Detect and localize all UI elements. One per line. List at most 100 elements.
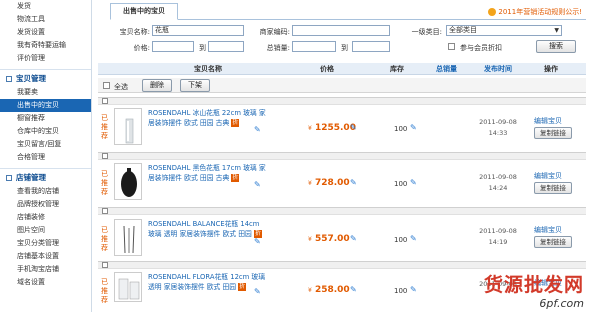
promo-link[interactable]: 2011年营销活动规则公示! [488,7,582,17]
main-content: 出售中的宝贝 2011年营销活动规则公示! 宝贝名称: 花瓶 商家编码: 一级类… [96,0,590,312]
row-checkbox[interactable] [102,208,108,214]
currency-symbol: ¥ [308,287,312,294]
code-label: 商家编码: [259,28,290,36]
name-input[interactable]: 花瓶 [152,25,244,36]
recommended-tag: 已推荐 [101,278,108,304]
sidebar-item-window[interactable]: 橱窗推荐 [0,112,91,125]
publish-date-day: 2011-09-08 [479,227,517,235]
product-name-link[interactable]: ROSENDAHL FLORA花瓶 12cm 玻璃 透明 家居装饰摆件 欧式 田… [148,272,268,292]
sidebar: 发货 物流工具 发货设置 我有奇特要运输 评价管理 宝贝管理 我要卖 出售中的宝… [0,0,92,312]
edit-price-icon[interactable]: ✎ [350,178,357,187]
publish-date-time: 14:33 [488,129,508,137]
sidebar-item-reviews[interactable]: 评价管理 [0,52,91,65]
edit-name-icon[interactable]: ✎ [254,180,261,189]
product-name: ROSENDAHL 冰山花瓶 22cm 玻璃 家居装饰摆件 欧式 田园 古典 [148,109,266,127]
currency-symbol: ¥ [308,180,312,187]
sidebar-item-sell[interactable]: 我要卖 [0,86,91,99]
header-sales[interactable]: 总销量 [436,64,457,74]
search-form: 宝贝名称: 花瓶 商家编码: 一级类目: 全部类目 ▼ 价格: 到 总销量: 到 … [110,22,586,62]
sidebar-item-ship[interactable]: 发货 [0,0,91,13]
sidebar-item-domain[interactable]: 域名设置 [0,276,91,289]
product-name: ROSENDAHL FLORA花瓶 12cm 玻璃 透明 家居装饰摆件 欧式 田… [148,273,266,291]
edit-name-icon[interactable]: ✎ [254,287,261,296]
edit-item-link[interactable]: 编辑宝贝 [534,225,562,235]
sidebar-item-logistics-tools[interactable]: 物流工具 [0,13,91,26]
product-name-link[interactable]: ROSENDAHL 黑色花瓶 17cm 玻璃 家居装饰摆件 欧式 田园 古典 折 [148,163,268,183]
price-max-input[interactable] [208,41,244,52]
row-checkbox[interactable] [102,98,108,104]
price-amount: 728.00 [314,178,350,188]
price-amount: 258.00 [314,285,350,295]
stock-value: 100 [394,125,408,133]
category-value: 全部类目 [449,26,477,34]
sidebar-item-basic-settings[interactable]: 店铺基本设置 [0,250,91,263]
product-name-link[interactable]: ROSENDAHL 冰山花瓶 22cm 玻璃 家居装饰摆件 欧式 田园 古典 折 [148,108,268,128]
category-label: 一级类目: [411,28,442,36]
sidebar-item-mobile-shop[interactable]: 手机淘宝店铺 [0,263,91,276]
discount-icon: 折 [231,119,240,127]
product-thumbnail[interactable] [114,108,142,145]
sales-min-input[interactable] [292,41,336,52]
sidebar-item-ship-settings[interactable]: 发货设置 [0,26,91,39]
edit-stock-icon[interactable]: ✎ [410,285,417,294]
edit-stock-icon[interactable]: ✎ [410,123,417,132]
watermark-title: 货源批发网 [483,274,584,296]
row-checkbox[interactable] [102,153,108,159]
delist-button[interactable]: 下架 [180,79,210,92]
tab-on-sale[interactable]: 出售中的宝贝 [110,3,178,20]
edit-price-icon[interactable]: ✎ [350,285,357,294]
collapse-icon [6,175,12,181]
copy-link-button[interactable]: 复制链接 [534,236,572,248]
product-thumbnail[interactable] [114,272,142,302]
edit-price-icon[interactable]: ✎ [350,123,357,132]
publish-date-day: 2011-09-08 [479,118,517,126]
to-label: 到 [199,44,206,52]
edit-item-link[interactable]: 编辑宝贝 [534,171,562,181]
row-checkbox[interactable] [102,262,108,268]
header-time[interactable]: 发布时间 [484,64,512,74]
sidebar-item-brand-auth[interactable]: 品牌授权管理 [0,198,91,211]
product-thumbnail[interactable] [114,163,142,200]
copy-link-button[interactable]: 复制链接 [534,127,572,139]
price-min-input[interactable] [152,41,194,52]
edit-stock-icon[interactable]: ✎ [410,178,417,187]
sidebar-item-on-sale[interactable]: 出售中的宝贝 [0,99,91,112]
row-checkbar [98,261,586,269]
currency-symbol: ¥ [308,236,312,243]
edit-name-icon[interactable]: ✎ [254,237,261,246]
sidebar-item-warehouse[interactable]: 仓库中的宝贝 [0,125,91,138]
member-discount-checkbox[interactable] [448,43,455,50]
stock-value: 100 [394,287,408,295]
sidebar-item-messages[interactable]: 宝贝留言/回复 [0,138,91,151]
sidebar-item-qualified[interactable]: 合格管理 [0,151,91,164]
promo-icon [488,8,497,16]
search-button[interactable]: 搜索 [536,40,576,53]
edit-name-icon[interactable]: ✎ [254,125,261,134]
edit-price-icon[interactable]: ✎ [350,234,357,243]
sidebar-item-view-shop[interactable]: 查看我的店铺 [0,185,91,198]
member-discount-label: 参与会员折扣 [460,44,502,52]
copy-link-button[interactable]: 复制链接 [534,182,572,194]
price-value: ¥ 557.00 [308,234,350,244]
price-value: ¥ 1255.00 [308,123,356,133]
name-label: 宝贝名称: [119,28,150,36]
sidebar-item-decorate[interactable]: 店铺装修 [0,211,91,224]
edit-item-link[interactable]: 编辑宝贝 [534,116,562,126]
price-value: ¥ 258.00 [308,285,350,295]
category-select[interactable]: 全部类目 ▼ [446,25,562,36]
product-name-link[interactable]: ROSENDAHL BALANCE花瓶 14cm 玻璃 透明 家居装饰摆件 欧式… [148,219,268,239]
select-all-checkbox[interactable] [103,82,110,89]
price-label: 价格: [133,44,150,52]
sidebar-item-images[interactable]: 图片空间 [0,224,91,237]
sidebar-section-shop[interactable]: 店铺管理 [0,168,91,185]
sidebar-item-categories[interactable]: 宝贝分类管理 [0,237,91,250]
code-input[interactable] [292,25,390,36]
table-row: 已推荐 ROSENDAHL BALANCE花瓶 14cm 玻璃 透明 家居装饰摆… [98,218,586,266]
product-thumbnail[interactable] [114,219,142,256]
delete-button[interactable]: 删除 [142,79,172,92]
vase-image [121,168,137,197]
sidebar-item-special-shipping[interactable]: 我有奇特要运输 [0,39,91,52]
sales-max-input[interactable] [352,41,390,52]
edit-stock-icon[interactable]: ✎ [410,234,417,243]
sidebar-section-items[interactable]: 宝贝管理 [0,69,91,86]
